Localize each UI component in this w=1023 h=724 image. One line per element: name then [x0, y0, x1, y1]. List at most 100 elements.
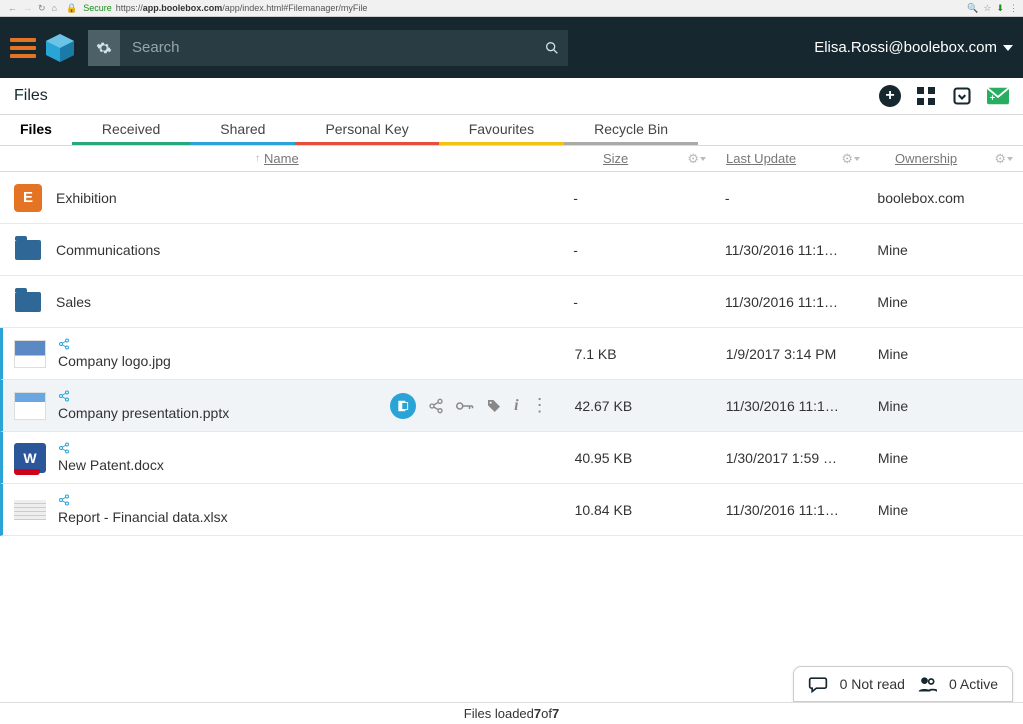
- table-row[interactable]: Company presentation.pptx i ⋮ 42.67 KB: [0, 380, 1023, 432]
- file-size: -: [557, 242, 709, 258]
- image-thumbnail: [14, 340, 46, 368]
- user-menu[interactable]: Elisa.Rossi@boolebox.com: [814, 39, 1013, 56]
- file-name: Exhibition: [56, 190, 117, 206]
- tabs: Files Received Shared Personal Key Favou…: [0, 115, 1023, 146]
- search-button[interactable]: [536, 30, 568, 66]
- avatar: E: [14, 186, 42, 210]
- menu-dots-icon[interactable]: ⋮: [1009, 3, 1018, 14]
- gear-icon[interactable]: ⚙: [994, 151, 1013, 167]
- zoom-icon[interactable]: 🔍: [967, 3, 978, 14]
- file-size: 40.95 KB: [559, 450, 710, 466]
- column-ownership[interactable]: Ownership ⚙: [870, 146, 1023, 171]
- gear-icon[interactable]: ⚙: [687, 151, 706, 167]
- column-name[interactable]: ↑ Name: [0, 146, 563, 171]
- section-bar: Files + +: [0, 78, 1023, 115]
- file-last-update: 11/30/2016 11:1…: [709, 294, 862, 310]
- add-button[interactable]: +: [879, 85, 901, 107]
- secure-label: Secure: [83, 3, 112, 13]
- tab-personal-key[interactable]: Personal Key: [295, 115, 438, 145]
- hamburger-menu-button[interactable]: [10, 35, 36, 61]
- word-icon: [14, 443, 46, 473]
- column-size[interactable]: Size ⚙: [563, 146, 716, 171]
- app-logo[interactable]: [44, 32, 76, 64]
- share-icon: [58, 494, 228, 508]
- file-ownership: Mine: [861, 294, 1013, 310]
- folder-icon: [14, 290, 42, 314]
- gear-icon[interactable]: ⚙: [841, 151, 860, 167]
- not-read-label: 0 Not read: [840, 676, 905, 692]
- share-button[interactable]: [428, 398, 444, 414]
- file-last-update: 11/30/2016 11:1…: [710, 502, 862, 518]
- table-row[interactable]: Communications - 11/30/2016 11:1… Mine: [0, 224, 1023, 276]
- file-name: New Patent.docx: [58, 457, 164, 473]
- file-ownership: Mine: [862, 398, 1013, 414]
- search-settings-button[interactable]: [88, 30, 120, 66]
- file-name: Communications: [56, 242, 160, 258]
- ppt-thumbnail: [14, 392, 46, 420]
- file-name: Company logo.jpg: [58, 353, 171, 369]
- column-headers: ↑ Name Size ⚙ Last Update ⚙ Ownership ⚙: [0, 146, 1023, 172]
- search-input[interactable]: [120, 30, 536, 66]
- file-ownership: boolebox.com: [861, 190, 1013, 206]
- table-row[interactable]: Sales - 11/30/2016 11:1… Mine: [0, 276, 1023, 328]
- people-icon: [917, 675, 937, 693]
- file-list: E Exhibition - - boolebox.com Communicat…: [0, 172, 1023, 536]
- status-tray[interactable]: 0 Not read 0 Active: [793, 666, 1013, 702]
- table-row[interactable]: E Exhibition - - boolebox.com: [0, 172, 1023, 224]
- file-size: 10.84 KB: [559, 502, 710, 518]
- file-last-update: -: [709, 190, 862, 206]
- file-size: 7.1 KB: [559, 346, 710, 362]
- xls-thumbnail: [14, 496, 46, 524]
- file-ownership: Mine: [862, 502, 1013, 518]
- url-text: https://app.boolebox.com/app/index.html#…: [116, 3, 368, 13]
- back-icon[interactable]: ←: [8, 3, 17, 13]
- download-button[interactable]: [951, 85, 973, 107]
- forward-icon[interactable]: →: [23, 3, 32, 13]
- tab-shared[interactable]: Shared: [190, 115, 295, 145]
- file-size: -: [557, 190, 709, 206]
- file-last-update: 11/30/2016 11:1…: [709, 242, 862, 258]
- search-wrap: [88, 30, 568, 66]
- lock-icon: 🔒: [66, 3, 77, 14]
- office-button[interactable]: [390, 393, 416, 419]
- tab-files[interactable]: Files: [0, 115, 72, 145]
- share-icon: [58, 390, 229, 404]
- star-icon[interactable]: ☆: [983, 3, 991, 14]
- table-row[interactable]: Report - Financial data.xlsx 10.84 KB 11…: [0, 484, 1023, 536]
- sort-asc-icon: ↑: [255, 153, 260, 164]
- reload-icon[interactable]: ↻: [38, 3, 46, 14]
- tab-received[interactable]: Received: [72, 115, 190, 145]
- file-last-update: 1/30/2017 1:59 …: [710, 450, 862, 466]
- file-name: Company presentation.pptx: [58, 405, 229, 421]
- share-icon: [58, 442, 164, 456]
- app-topbar: Elisa.Rossi@boolebox.com: [0, 17, 1023, 78]
- file-size: -: [557, 294, 709, 310]
- file-last-update: 11/30/2016 11:1…: [710, 398, 862, 414]
- more-button[interactable]: ⋮: [531, 395, 549, 416]
- file-name: Report - Financial data.xlsx: [58, 509, 228, 525]
- share-icon: [58, 338, 171, 352]
- key-button[interactable]: [456, 400, 474, 412]
- file-name: Sales: [56, 294, 91, 310]
- svg-text:+: +: [990, 93, 995, 103]
- footer: Files loaded 7 of 7: [0, 702, 1023, 724]
- table-row[interactable]: Company logo.jpg 7.1 KB 1/9/2017 3:14 PM…: [0, 328, 1023, 380]
- column-last-update[interactable]: Last Update ⚙: [716, 146, 870, 171]
- ext-icon[interactable]: ⬇: [996, 3, 1004, 14]
- tab-recycle-bin[interactable]: Recycle Bin: [564, 115, 698, 145]
- active-label: 0 Active: [949, 676, 998, 692]
- table-row[interactable]: New Patent.docx 40.95 KB 1/30/2017 1:59 …: [0, 432, 1023, 484]
- file-ownership: Mine: [862, 346, 1013, 362]
- user-email: Elisa.Rossi@boolebox.com: [814, 39, 997, 56]
- info-button[interactable]: i: [514, 397, 518, 415]
- file-size: 42.67 KB: [559, 398, 710, 414]
- grid-view-button[interactable]: [915, 85, 937, 107]
- home-icon[interactable]: ⌂: [52, 3, 57, 13]
- mail-button[interactable]: +: [987, 85, 1009, 107]
- row-actions: i ⋮: [390, 393, 548, 419]
- tab-favourites[interactable]: Favourites: [439, 115, 564, 145]
- file-last-update: 1/9/2017 3:14 PM: [710, 346, 862, 362]
- file-ownership: Mine: [861, 242, 1013, 258]
- tag-button[interactable]: [486, 398, 502, 414]
- file-ownership: Mine: [862, 450, 1013, 466]
